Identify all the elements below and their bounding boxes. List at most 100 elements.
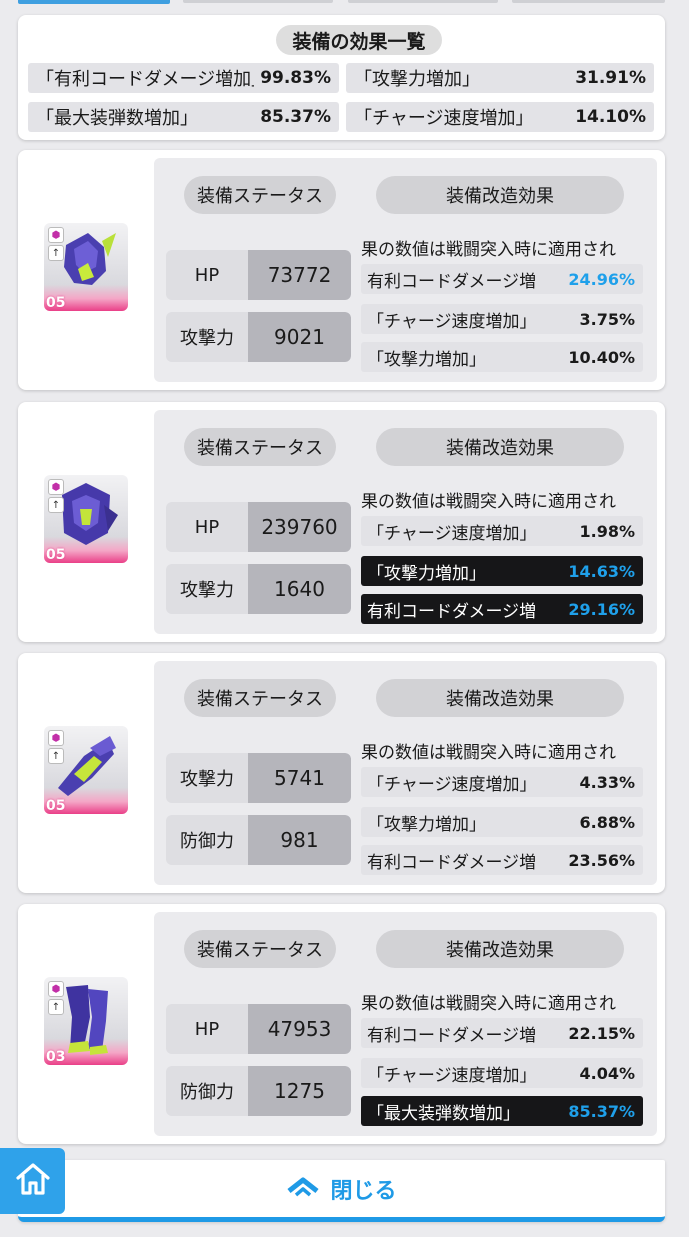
mod-note: 果の数値は戦闘突入時に適用され <box>361 240 616 260</box>
stat-value: 239760 <box>248 502 351 552</box>
stat-value: 47953 <box>248 1004 351 1054</box>
mod-row: 「最大装弾数増加」 85.37% <box>361 1096 643 1126</box>
mod-value: 6.88% <box>579 812 635 832</box>
summary-row-label: 「チャージ速度増加」 <box>354 108 534 129</box>
equipment-status-tab[interactable]: 装備ステータス <box>184 930 336 968</box>
mod-label: 有利コードダメージ増 <box>367 601 537 622</box>
mod-row: 「チャージ速度増加」 4.33% <box>361 767 643 797</box>
mod-value: 10.40% <box>568 347 635 367</box>
summary-row: 「最大装弾数増加」 85.37% <box>28 102 339 132</box>
stat-value: 1275 <box>248 1066 351 1116</box>
body-armor-icon[interactable]: ⬢ ↑ 05 <box>44 475 128 563</box>
mod-value: 29.16% <box>568 599 635 619</box>
mod-value: 14.63% <box>568 561 635 581</box>
mod-label: 「攻撃力増加」 <box>367 349 486 370</box>
mod-value: 23.56% <box>568 850 635 870</box>
class-badge-icon: ↑ <box>48 497 64 513</box>
mod-row: 「攻撃力増加」 6.88% <box>361 807 643 837</box>
stat-row: 防御力 981 <box>166 815 351 865</box>
equipment-status-tab[interactable]: 装備ステータス <box>184 428 336 466</box>
stat-label: 防御力 <box>180 831 234 852</box>
equipment-mod-tab[interactable]: 装備改造効果 <box>376 428 624 466</box>
summary-row-label: 「有利コードダメージ増加」 <box>36 69 255 90</box>
mod-row: 「攻撃力増加」 14.63% <box>361 556 643 586</box>
equipment-mod-tab[interactable]: 装備改造効果 <box>376 176 624 214</box>
close-bar: 閉じる <box>18 1160 665 1222</box>
stat-value: 5741 <box>248 753 351 803</box>
equipment-level: 03 <box>46 1049 66 1065</box>
equipment-level: 05 <box>46 295 66 311</box>
stat-label: HP <box>194 1018 220 1040</box>
mod-row: 「攻撃力増加」 10.40% <box>361 342 643 372</box>
class-badge-icon: ↑ <box>48 245 64 261</box>
summary-row-value: 14.10% <box>575 107 646 127</box>
rarity-badge-icon: ⬢ <box>48 981 64 997</box>
mod-label: 「チャージ速度増加」 <box>367 311 537 332</box>
mod-label: 有利コードダメージ増 <box>367 852 537 873</box>
mod-value: 3.75% <box>579 309 635 329</box>
equipment-level: 05 <box>46 798 66 814</box>
top-tab-3[interactable] <box>348 0 498 3</box>
equipment-mod-tab[interactable]: 装備改造効果 <box>376 930 624 968</box>
leg-gear-icon[interactable]: ⬢ ↑ 03 <box>44 977 128 1065</box>
head-gear-icon[interactable]: ⬢ ↑ 05 <box>44 223 128 311</box>
close-button[interactable]: 閉じる <box>286 1173 397 1205</box>
stat-value: 1640 <box>248 564 351 614</box>
home-button[interactable] <box>0 1148 65 1214</box>
mod-row: 「チャージ速度増加」 3.75% <box>361 304 643 334</box>
stat-label: 攻撃力 <box>180 328 234 349</box>
stat-row: 攻撃力 5741 <box>166 753 351 803</box>
equipment-card-leg: ⬢ ↑ 03 装備ステータス 装備改造効果 HP 47953 防御力 1275 果の数値は戦闘突入… <box>18 904 665 1144</box>
stat-value: 73772 <box>248 250 351 300</box>
stat-label: 攻撃力 <box>180 580 234 601</box>
mod-label: 「チャージ速度増加」 <box>367 774 537 795</box>
summary-row: 「有利コードダメージ増加」 99.83% <box>28 63 339 93</box>
mod-row: 「チャージ速度増加」 1.98% <box>361 516 643 546</box>
equipment-mod-tab[interactable]: 装備改造効果 <box>376 679 624 717</box>
stat-row: 攻撃力 9021 <box>166 312 351 362</box>
class-badge-icon: ↑ <box>48 999 64 1015</box>
summary-row-label: 「攻撃力増加」 <box>354 69 480 90</box>
top-tab-1[interactable] <box>18 0 170 4</box>
stat-value: 981 <box>248 815 351 865</box>
mod-row: 有利コードダメージ増 29.16% <box>361 594 643 624</box>
stat-label: HP <box>194 516 220 538</box>
stat-row: HP 73772 <box>166 250 351 300</box>
mod-row: 「チャージ速度増加」 4.04% <box>361 1058 643 1088</box>
equipment-detail-panel: 装備ステータス 装備改造効果 HP 239760 攻撃力 1640 果の数値は戦闘突入時に適… <box>154 410 657 634</box>
home-icon <box>14 1161 52 1201</box>
stat-label: HP <box>194 264 220 286</box>
rarity-badge-icon: ⬢ <box>48 227 64 243</box>
stat-label: 攻撃力 <box>180 769 234 790</box>
top-tab-2[interactable] <box>183 0 333 3</box>
mod-row: 有利コードダメージ増 22.15% <box>361 1018 643 1048</box>
stat-label: 防御力 <box>180 1082 234 1103</box>
mod-label: 有利コードダメージ増 <box>367 271 537 292</box>
equipment-status-tab[interactable]: 装備ステータス <box>184 176 336 214</box>
mod-value: 24.96% <box>568 269 635 289</box>
summary-row-label: 「最大装弾数増加」 <box>36 108 198 129</box>
equipment-card-body: ⬢ ↑ 05 装備ステータス 装備改造効果 HP 239760 攻撃力 1640 果の数値は戦闘突… <box>18 402 665 642</box>
summary-row-value: 85.37% <box>260 107 331 127</box>
mod-row: 有利コードダメージ増 24.96% <box>361 264 643 294</box>
rarity-badge-icon: ⬢ <box>48 479 64 495</box>
top-tab-4[interactable] <box>512 0 665 3</box>
mod-label: 「チャージ速度増加」 <box>367 523 537 544</box>
class-badge-icon: ↑ <box>48 748 64 764</box>
equipment-card-head: ⬢ ↑ 05 装備ステータス 装備改造効果 HP 73772 攻撃力 9021 果の数値は戦闘突入… <box>18 150 665 390</box>
equipment-status-tab[interactable]: 装備ステータス <box>184 679 336 717</box>
equipment-level: 05 <box>46 547 66 563</box>
stat-row: HP 239760 <box>166 502 351 552</box>
mod-label: 「チャージ速度増加」 <box>367 1065 537 1086</box>
effects-summary-card: 装備の効果一覧 「有利コードダメージ増加」 99.83% 「攻撃力増加」 31.… <box>18 15 665 140</box>
arm-gear-icon[interactable]: ⬢ ↑ 05 <box>44 726 128 814</box>
equipment-detail-panel: 装備ステータス 装備改造効果攻撃力 5741 防御力 981 果の数値は戦闘突入時に適用さ… <box>154 661 657 885</box>
stat-row: HP 47953 <box>166 1004 351 1054</box>
mod-note: 果の数値は戦闘突入時に適用され <box>361 743 616 763</box>
summary-row: 「チャージ速度増加」 14.10% <box>346 102 654 132</box>
equipment-detail-panel: 装備ステータス 装備改造効果 HP 73772 攻撃力 9021 果の数値は戦闘突入時に適用… <box>154 158 657 382</box>
mod-label: 「攻撃力増加」 <box>367 814 486 835</box>
mod-note: 果の数値は戦闘突入時に適用され <box>361 994 616 1014</box>
stat-row: 攻撃力 1640 <box>166 564 351 614</box>
equipment-card-arm: ⬢ ↑ 05 装備ステータス 装備改造効果 攻撃力 5741 防御力 981 果の数値は戦闘突入時… <box>18 653 665 893</box>
